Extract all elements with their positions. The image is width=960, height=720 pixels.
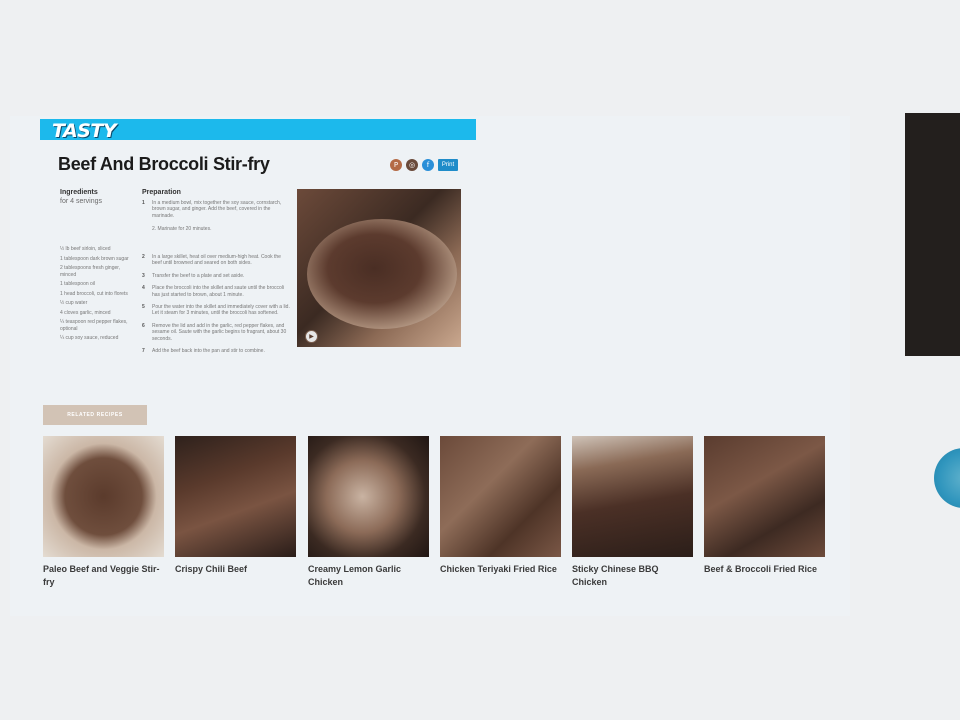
pinterest-icon[interactable]: P xyxy=(390,159,402,171)
related-recipes-button[interactable]: RELATED RECIPES xyxy=(43,405,147,425)
play-video-icon[interactable]: ▶ xyxy=(305,330,318,343)
servings-label: for 4 servings xyxy=(60,198,103,205)
ingredient-item: 1 head broccoli, cut into florets xyxy=(60,290,128,297)
prep-step: 5 Pour the water into the skillet and im… xyxy=(142,304,292,317)
related-card-title[interactable]: Beef & Broccoli Fried Rice xyxy=(704,563,826,576)
related-card-title[interactable]: Crispy Chili Beef xyxy=(175,563,297,576)
related-card-image[interactable] xyxy=(440,436,561,557)
ingredient-item: ¼ cup soy sauce, reduced xyxy=(60,335,119,341)
related-card-image[interactable] xyxy=(572,436,693,557)
ingredient-item: 1 tablespoon oil xyxy=(60,281,96,287)
ingredients-heading: Ingredients xyxy=(60,189,98,196)
related-card-title[interactable]: Chicken Teriyaki Fried Rice xyxy=(440,563,562,576)
prep-step: 7 Add the beef back into the pan and sti… xyxy=(142,348,292,354)
prep-step: 1 In a medium bowl, mix together the soy… xyxy=(142,200,292,232)
ingredient-item: 1 tablespoon dark brown sugar xyxy=(60,255,129,262)
facebook-icon[interactable]: f xyxy=(422,159,434,171)
step-number: 5 xyxy=(142,304,145,311)
step-text: In a medium bowl, mix together the soy s… xyxy=(152,200,282,232)
prep-step: 6 Remove the lid and add in the garlic, … xyxy=(142,323,292,342)
related-card-image[interactable] xyxy=(308,436,429,557)
step-text: Transfer the beef to a plate and set asi… xyxy=(152,272,245,279)
ingredient-item: 4 cloves garlic, minced xyxy=(60,309,111,316)
step-text: Remove the lid and add in the garlic, re… xyxy=(152,322,287,342)
step-text: In a large skillet, heat oil over medium… xyxy=(152,254,281,267)
step-number: 4 xyxy=(142,285,145,292)
share-buttons: P ◎ f Print xyxy=(390,159,458,171)
related-card[interactable]: Sticky Chinese BBQ Chicken xyxy=(572,436,694,589)
preparation-steps: 1 In a medium bowl, mix together the soy… xyxy=(142,200,292,361)
prep-step: 4 Place the broccoli into the skillet an… xyxy=(142,285,292,298)
related-card-title[interactable]: Sticky Chinese BBQ Chicken xyxy=(572,563,694,589)
instagram-icon[interactable]: ◎ xyxy=(406,159,418,171)
step-number: 7 xyxy=(142,348,145,355)
tasty-logo[interactable]: TASTY xyxy=(52,120,117,142)
step-number: 2 xyxy=(142,254,145,261)
ingredient-item: ¼ teaspoon red pepper flakes, optional xyxy=(60,319,128,332)
ingredients-list: ½ lb beef sirloin, sliced 1 tablespoon d… xyxy=(60,246,132,345)
prep-step: 2 In a large skillet, heat oil over medi… xyxy=(142,254,292,267)
step-text: Pour the water into the skillet and imme… xyxy=(152,304,290,317)
related-card[interactable]: Chicken Teriyaki Fried Rice xyxy=(440,436,562,576)
step-text: Add the beef back into the pan and stir … xyxy=(152,348,265,355)
recipe-title: Beef And Broccoli Stir-fry xyxy=(58,154,270,174)
ingredient-item: ½ cup water xyxy=(60,300,88,306)
hero-plate xyxy=(307,219,457,329)
step-number: 6 xyxy=(142,322,145,329)
related-card-title[interactable]: Paleo Beef and Veggie Stir-fry xyxy=(43,563,165,589)
preparation-heading: Preparation xyxy=(142,189,181,196)
related-card[interactable]: Creamy Lemon Garlic Chicken xyxy=(308,436,430,589)
step-subnote: 2. Marinate for 20 minutes. xyxy=(152,225,212,232)
related-card[interactable]: Crispy Chili Beef xyxy=(175,436,297,576)
related-card-title[interactable]: Creamy Lemon Garlic Chicken xyxy=(308,563,430,589)
print-button[interactable]: Print xyxy=(438,159,458,171)
ingredient-item: ½ lb beef sirloin, sliced xyxy=(60,246,111,252)
side-dark-panel xyxy=(905,113,960,356)
recipe-hero-image[interactable]: ▶ xyxy=(297,189,461,347)
related-card-image[interactable] xyxy=(175,436,296,557)
related-card-image[interactable] xyxy=(43,436,164,557)
prep-step: 3 Transfer the beef to a plate and set a… xyxy=(142,273,292,279)
related-card[interactable]: Paleo Beef and Veggie Stir-fry xyxy=(43,436,165,589)
step-number: 1 xyxy=(142,200,145,206)
ingredient-item: 2 tablespoons fresh ginger, minced xyxy=(60,265,121,278)
related-card[interactable]: Beef & Broccoli Fried Rice xyxy=(704,436,826,576)
related-card-image[interactable] xyxy=(704,436,825,557)
circular-logo-icon xyxy=(934,448,960,508)
step-number: 3 xyxy=(142,272,145,279)
step-text: Place the broccoli into the skillet and … xyxy=(152,285,285,298)
